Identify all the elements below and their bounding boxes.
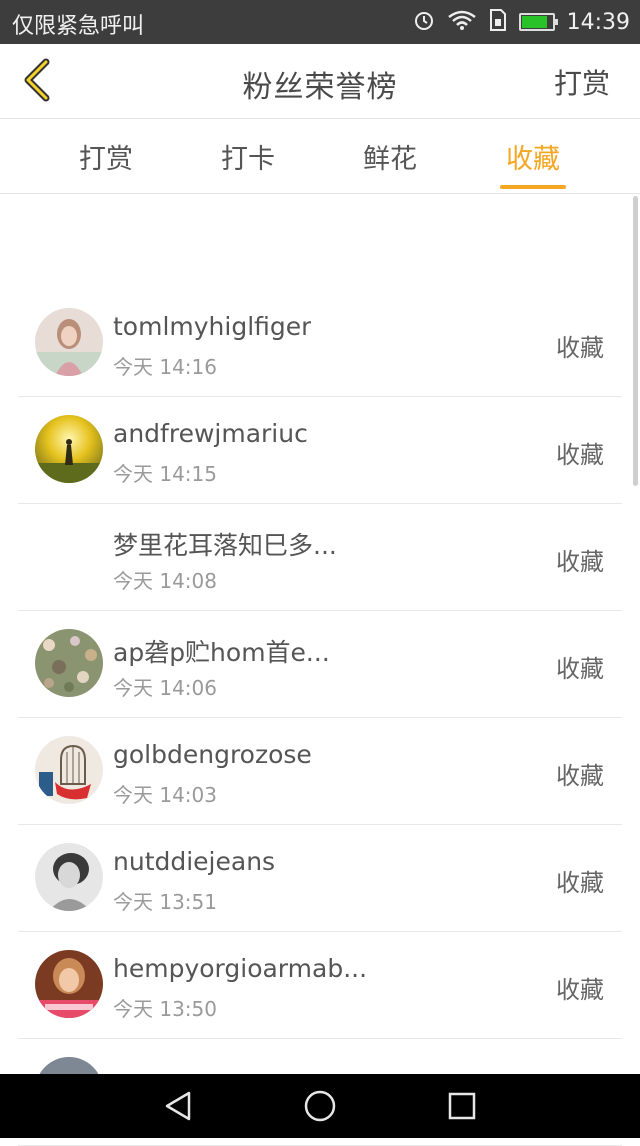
status-bar: 仅限紧急呼叫 14:39	[0, 0, 640, 44]
timestamp: 今天 14:06	[113, 676, 217, 700]
user-name: tomlmyhiglfiger	[113, 312, 312, 341]
battery-icon	[518, 13, 558, 31]
sim-icon	[489, 9, 507, 35]
tab-favorites[interactable]: 收藏	[488, 137, 578, 189]
timestamp: 今天 14:03	[113, 783, 217, 807]
fan-list: tomlmyhiglfiger 今天 14:16 收藏 andfrewjmari…	[0, 290, 640, 1146]
back-triangle-icon[interactable]	[160, 1088, 196, 1124]
carrier-text: 仅限紧急呼叫	[12, 14, 145, 39]
timestamp: 今天 13:50	[113, 997, 217, 1021]
user-name: hempyorgioarmab...	[113, 954, 368, 983]
status-icons: 14:39	[413, 6, 630, 38]
header-bar: 粉丝荣誉榜 打赏	[0, 44, 640, 119]
tab-label: 收藏	[506, 144, 560, 175]
timestamp: 今天 14:16	[113, 355, 217, 379]
avatar[interactable]	[35, 950, 103, 1018]
user-name: golbdengrozose	[113, 740, 312, 769]
avatar[interactable]	[35, 843, 103, 911]
tab-label: 打赏	[79, 144, 133, 175]
action-label: 收藏	[556, 548, 604, 576]
recents-square-icon[interactable]	[444, 1088, 480, 1124]
action-label: 收藏	[556, 655, 604, 683]
action-label: 收藏	[556, 441, 604, 469]
status-time: 14:39	[566, 9, 630, 35]
avatar[interactable]	[35, 629, 103, 697]
list-item[interactable]: andfrewjmariuc 今天 14:15 收藏	[18, 397, 622, 504]
tab-flowers[interactable]: 鲜花	[345, 137, 435, 176]
user-name: andfrewjmariuc	[113, 419, 308, 448]
user-name: 梦里花耳落知巳多...	[113, 531, 337, 560]
tab-active-indicator	[500, 185, 566, 189]
avatar[interactable]	[35, 736, 103, 804]
list-item[interactable]: nutddiejeans 今天 13:51 收藏	[18, 825, 622, 932]
list-item[interactable]: 梦里花耳落知巳多... 今天 14:08 收藏	[18, 504, 622, 611]
alarm-icon	[413, 9, 435, 35]
list-item[interactable]: golbdengrozose 今天 14:03 收藏	[18, 718, 622, 825]
user-name: nutddiejeans	[113, 847, 276, 876]
home-circle-icon[interactable]	[302, 1088, 338, 1124]
action-label: 收藏	[556, 976, 604, 1004]
user-name: ap砻p贮hom首e...	[113, 638, 330, 667]
timestamp: 今天 14:15	[113, 462, 217, 486]
reward-button[interactable]: 打赏	[554, 62, 610, 102]
system-nav-bar	[0, 1074, 640, 1138]
list-item[interactable]: ap砻p贮hom首e... 今天 14:06 收藏	[18, 611, 622, 718]
timestamp: 今天 13:51	[113, 890, 217, 914]
tab-label: 打卡	[221, 144, 275, 175]
avatar[interactable]	[35, 415, 103, 483]
action-label: 收藏	[556, 334, 604, 362]
wifi-icon	[447, 9, 477, 35]
avatar[interactable]	[35, 308, 103, 376]
action-label: 收藏	[556, 869, 604, 897]
page-title: 粉丝荣誉榜	[242, 70, 398, 105]
tab-checkin[interactable]: 打卡	[203, 137, 293, 176]
timestamp: 今天 14:08	[113, 569, 217, 593]
action-label: 收藏	[556, 762, 604, 790]
tab-label: 鲜花	[363, 144, 417, 175]
tab-bar: 打赏 打卡 鲜花 收藏	[0, 119, 640, 194]
list-item[interactable]: tomlmyhiglfiger 今天 14:16 收藏	[18, 290, 622, 397]
tab-reward[interactable]: 打赏	[61, 137, 151, 176]
list-item[interactable]: hempyorgioarmab... 今天 13:50 收藏	[18, 932, 622, 1039]
